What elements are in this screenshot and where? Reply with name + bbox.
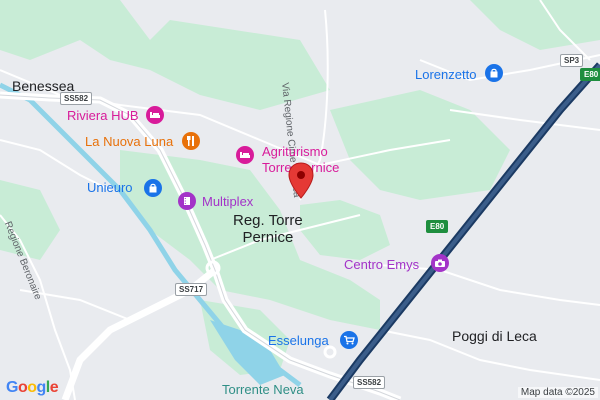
camera-icon[interactable] bbox=[431, 254, 449, 272]
map-attribution[interactable]: Map data ©2025 bbox=[517, 387, 598, 398]
poi-label-lorenzetto[interactable]: Lorenzetto bbox=[415, 67, 476, 82]
poi-label-riviera-hub[interactable]: Riviera HUB bbox=[67, 108, 139, 123]
road-shield-sp3: SP3 bbox=[560, 54, 584, 67]
location-pin-icon[interactable] bbox=[287, 162, 315, 200]
poi-label-multiplex[interactable]: Multiplex bbox=[202, 194, 253, 209]
hotel-icon[interactable] bbox=[146, 106, 164, 124]
shopping-bag-icon[interactable] bbox=[485, 64, 503, 82]
poi-label-centro-emys[interactable]: Centro Emys bbox=[344, 257, 419, 272]
road-shield-ss582: SS582 bbox=[353, 376, 386, 389]
poi-label-line: Agriturismo bbox=[262, 144, 328, 159]
shopping-bag-icon[interactable] bbox=[144, 179, 162, 197]
place-label-line: Pernice bbox=[242, 229, 294, 246]
green-area bbox=[470, 0, 600, 50]
poi-label-unieuro[interactable]: Unieuro bbox=[87, 180, 133, 195]
road-shield-ss582: SS582 bbox=[60, 92, 93, 105]
google-logo: Google bbox=[6, 379, 59, 396]
cinema-icon[interactable] bbox=[178, 192, 196, 210]
water-label-torrente-neva: Torrente Neva bbox=[222, 382, 304, 397]
green-area bbox=[300, 200, 390, 260]
road-shield-e80: E80 bbox=[580, 68, 600, 81]
poi-label-esselunga[interactable]: Esselunga bbox=[268, 333, 329, 348]
road-shield-ss717: SS717 bbox=[175, 283, 208, 296]
poi-label-la-nuova-luna[interactable]: La Nuova Luna bbox=[85, 134, 173, 149]
roundabout bbox=[323, 345, 337, 359]
place-label-line: Reg. Torre bbox=[233, 212, 303, 229]
map-view[interactable]: Benessea Reg. Torre Pernice Poggi di Lec… bbox=[0, 0, 600, 400]
restaurant-icon[interactable] bbox=[182, 132, 200, 150]
place-label-poggi-di-leca: Poggi di Leca bbox=[452, 328, 537, 344]
place-label-torre-pernice: Reg. Torre Pernice bbox=[233, 212, 303, 246]
road-shield-e80: E80 bbox=[426, 220, 449, 233]
hotel-icon[interactable] bbox=[236, 146, 254, 164]
shopping-cart-icon[interactable] bbox=[340, 331, 358, 349]
